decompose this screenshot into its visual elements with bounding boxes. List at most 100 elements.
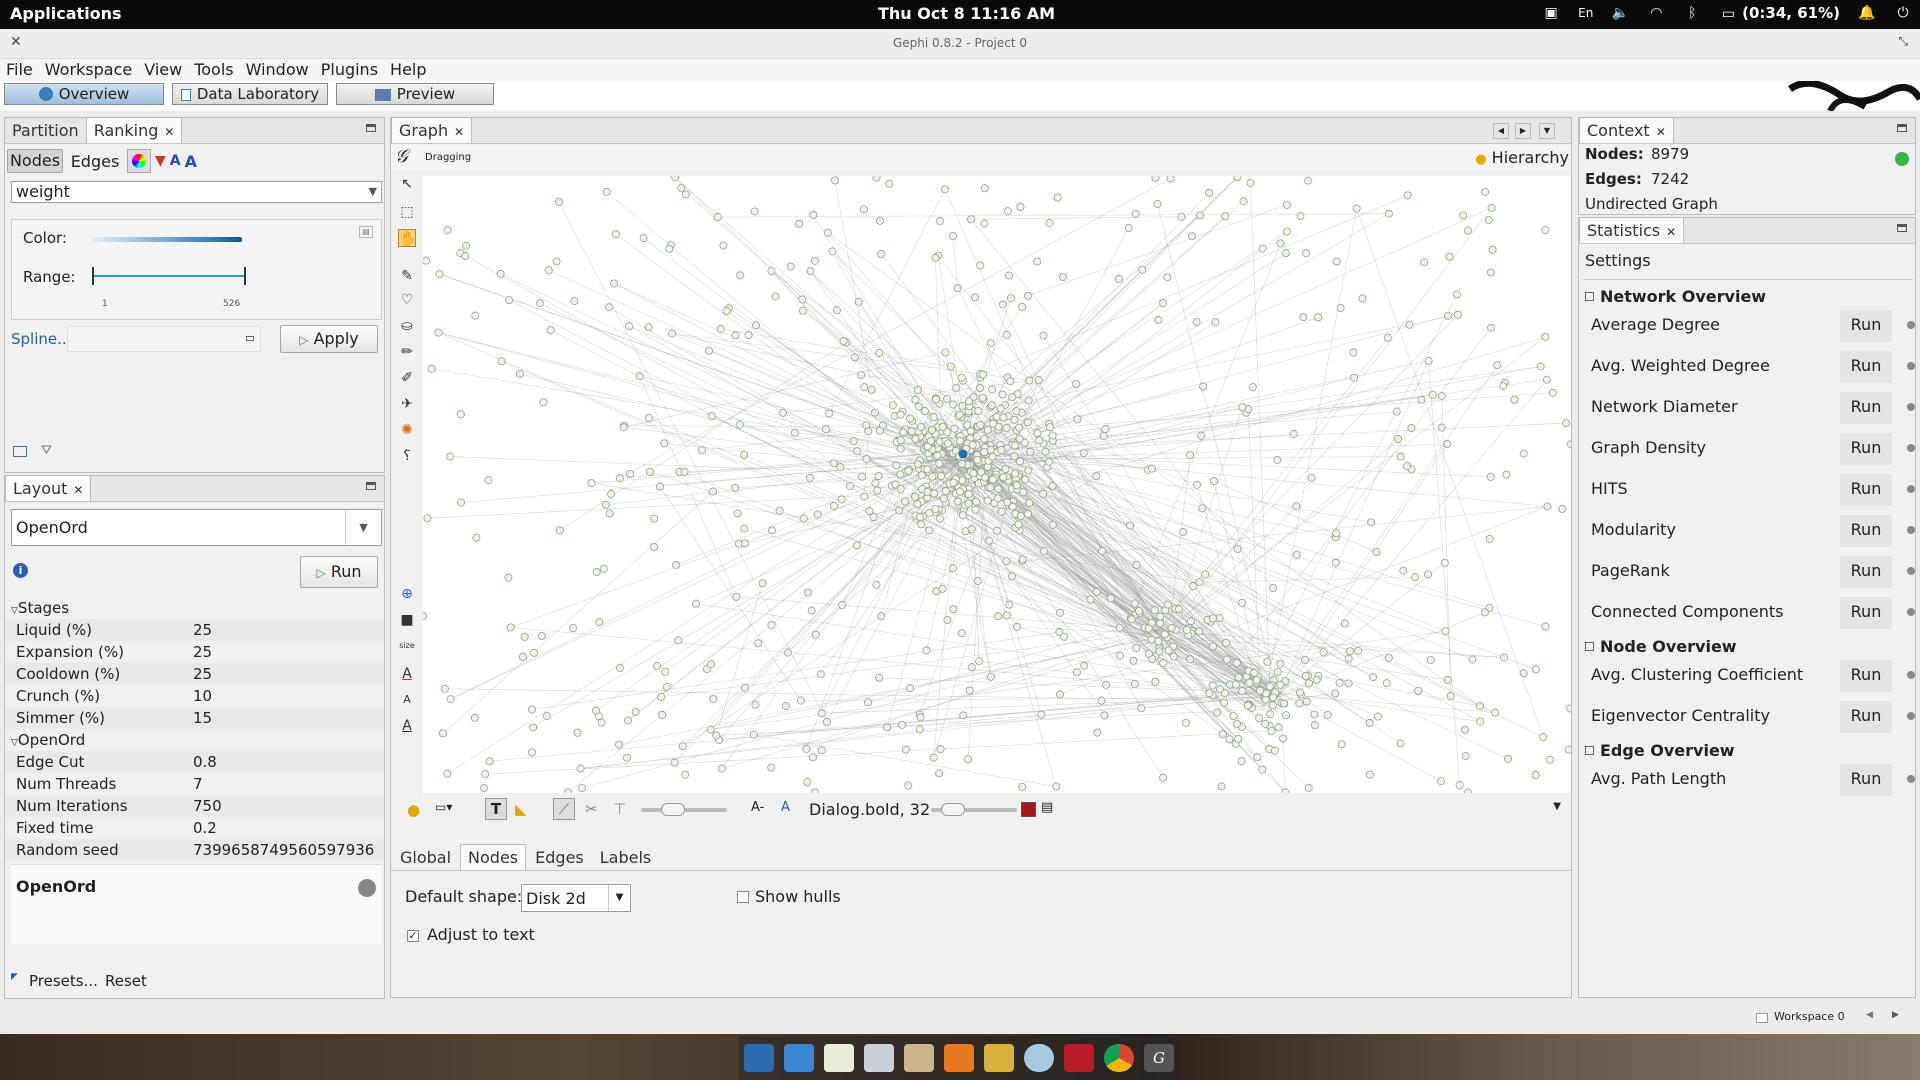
gradient-palette-icon[interactable]: ▤ <box>359 226 373 238</box>
label-color-swatch[interactable] <box>1021 802 1036 817</box>
close-tab-icon[interactable]: ✕ <box>1656 125 1666 139</box>
run-button[interactable]: Run <box>1840 556 1892 588</box>
label-size-thumb[interactable] <box>941 803 965 816</box>
terminal-icon[interactable] <box>1064 1044 1094 1072</box>
keyboard-layout[interactable]: En <box>1578 5 1593 21</box>
bluetooth-icon[interactable]: ᛒ <box>1683 5 1701 21</box>
menu-view[interactable]: View <box>144 59 182 81</box>
graph-canvas[interactable] <box>423 176 1571 793</box>
pencil-icon[interactable]: ✏ <box>398 343 416 361</box>
property-value[interactable]: 7 <box>193 773 384 795</box>
highlight-icon[interactable]: ◣ <box>515 800 527 818</box>
info-icon[interactable]: i <box>13 563 28 578</box>
run-button[interactable]: Run <box>1840 474 1892 506</box>
reset-link[interactable]: Reset <box>105 972 147 990</box>
nodes-toggle[interactable]: Nodes <box>7 149 63 173</box>
zoom-center-icon[interactable]: ⊕ <box>398 585 416 603</box>
property-value[interactable]: 750 <box>193 795 384 817</box>
minimize-icon[interactable] <box>1897 124 1907 132</box>
scroll-right-icon[interactable]: ▶ <box>1515 123 1531 139</box>
lightbulb-icon[interactable]: ● <box>407 801 420 819</box>
property-value[interactable]: 25 <box>193 641 384 663</box>
mail-icon[interactable] <box>1024 1044 1054 1072</box>
tab-labels[interactable]: Labels <box>593 845 659 870</box>
tab-nodes[interactable]: Nodes <box>460 844 527 870</box>
label-size-minus[interactable]: A- <box>751 800 764 815</box>
calendar-icon[interactable] <box>824 1044 854 1072</box>
expand-toolbar-icon[interactable]: ▼ <box>1553 801 1561 812</box>
property-row[interactable]: Num Threads 7 <box>5 773 384 795</box>
tab-layout[interactable]: Layout ✕ <box>5 475 92 501</box>
battery-indicator[interactable]: ▭ (0:34, 61%) <box>1719 4 1840 22</box>
run-button[interactable]: Run <box>1840 351 1892 383</box>
run-button[interactable]: Run <box>1840 597 1892 629</box>
tab-list-icon[interactable]: ▼ <box>1539 123 1555 139</box>
applications-menu[interactable]: Applications <box>10 4 122 23</box>
report-status-icon[interactable] <box>1907 444 1915 452</box>
ranking-attribute-select[interactable]: weight ▼ <box>11 181 382 203</box>
edge-overview-header[interactable]: Edge Overview <box>1585 741 1735 760</box>
report-status-icon[interactable] <box>1907 567 1915 575</box>
report-status-icon[interactable] <box>1907 608 1915 616</box>
property-row[interactable]: Random seed 7399658749560597936 <box>5 839 384 861</box>
menu-tools[interactable]: Tools <box>194 59 233 81</box>
network-visualization[interactable] <box>423 176 1571 793</box>
chrome-icon[interactable] <box>1104 1044 1134 1072</box>
brush-icon[interactable]: ✎ <box>398 267 416 285</box>
range-slider-min-thumb[interactable] <box>92 267 94 285</box>
group-stages[interactable]: ▽Stages <box>5 597 384 619</box>
background-color-icon[interactable]: ■ <box>398 611 416 629</box>
data-laboratory-button[interactable]: Data Laboratory <box>172 83 328 105</box>
volume-icon[interactable]: 🔈 <box>1611 5 1629 21</box>
finder-icon[interactable] <box>744 1044 774 1072</box>
property-row[interactable]: Edge Cut 0.8 <box>5 751 384 773</box>
notification-bell-icon[interactable]: 🔔 <box>1858 5 1876 21</box>
run-button[interactable]: Run <box>1840 701 1892 733</box>
spline-link[interactable]: Spline... <box>11 330 71 348</box>
label-size-icon[interactable]: A <box>185 152 197 171</box>
run-button[interactable]: Run <box>1840 515 1892 547</box>
scroll-left-icon[interactable]: ◀ <box>1493 123 1509 139</box>
property-row[interactable]: Num Iterations 750 <box>5 795 384 817</box>
adjust-to-text-checkbox[interactable]: ✓ <box>407 930 419 942</box>
label-font-icon[interactable]: A <box>398 717 416 735</box>
run-button[interactable]: Run <box>1840 764 1892 796</box>
heat-map-icon[interactable]: ✺ <box>398 421 416 439</box>
size-ranking-icon[interactable]: ▼ <box>155 153 166 169</box>
gephi-app-icon[interactable]: G <box>1144 1044 1174 1072</box>
help-icon[interactable] <box>358 879 376 897</box>
node-overview-header[interactable]: Node Overview <box>1585 637 1737 656</box>
minimize-icon[interactable] <box>366 124 376 132</box>
run-button[interactable]: Run <box>1840 660 1892 692</box>
close-tab-icon[interactable]: ✕ <box>164 125 174 139</box>
workspaces-icon[interactable] <box>784 1044 814 1072</box>
clock[interactable]: Thu Oct 8 11:16 AM <box>878 4 1055 23</box>
next-workspace-icon[interactable]: ▶ <box>1892 1010 1899 1020</box>
menu-window[interactable]: Window <box>246 59 309 81</box>
run-button[interactable]: Run <box>1840 433 1892 465</box>
tab-partition[interactable]: Partition <box>5 118 86 143</box>
color-gradient-bar[interactable] <box>90 237 242 242</box>
menu-help[interactable]: Help <box>390 59 426 81</box>
settings-icon[interactable] <box>864 1044 894 1072</box>
tab-ranking[interactable]: Ranking ✕ <box>85 117 183 143</box>
heart-icon[interactable]: ♡ <box>398 291 416 309</box>
network-overview-header[interactable]: Network Overview <box>1585 287 1766 306</box>
edge-weight-slider[interactable] <box>641 803 727 816</box>
menu-workspace[interactable]: Workspace <box>45 59 132 81</box>
close-tab-icon[interactable]: ✕ <box>73 483 83 497</box>
property-value[interactable]: 0.8 <box>193 751 384 773</box>
filter-icon[interactable]: ⛛ <box>41 443 52 458</box>
close-tab-icon[interactable]: ✕ <box>1666 225 1676 239</box>
report-status-icon[interactable] <box>1907 321 1915 329</box>
ranking-table-icon[interactable] <box>13 446 27 457</box>
report-status-icon[interactable] <box>1907 712 1915 720</box>
run-button[interactable]: Run <box>1840 392 1892 424</box>
penguin-icon[interactable] <box>984 1044 1014 1072</box>
property-value[interactable]: 25 <box>193 663 384 685</box>
edges-toggle[interactable]: Edges <box>67 152 123 171</box>
label-attributes-icon[interactable]: ▤ <box>1041 800 1053 815</box>
label-color-icon[interactable]: A <box>170 153 181 169</box>
unmaximize-icon[interactable]: ⤡ <box>1898 34 1908 49</box>
property-value[interactable]: 7399658749560597936 <box>193 839 384 861</box>
